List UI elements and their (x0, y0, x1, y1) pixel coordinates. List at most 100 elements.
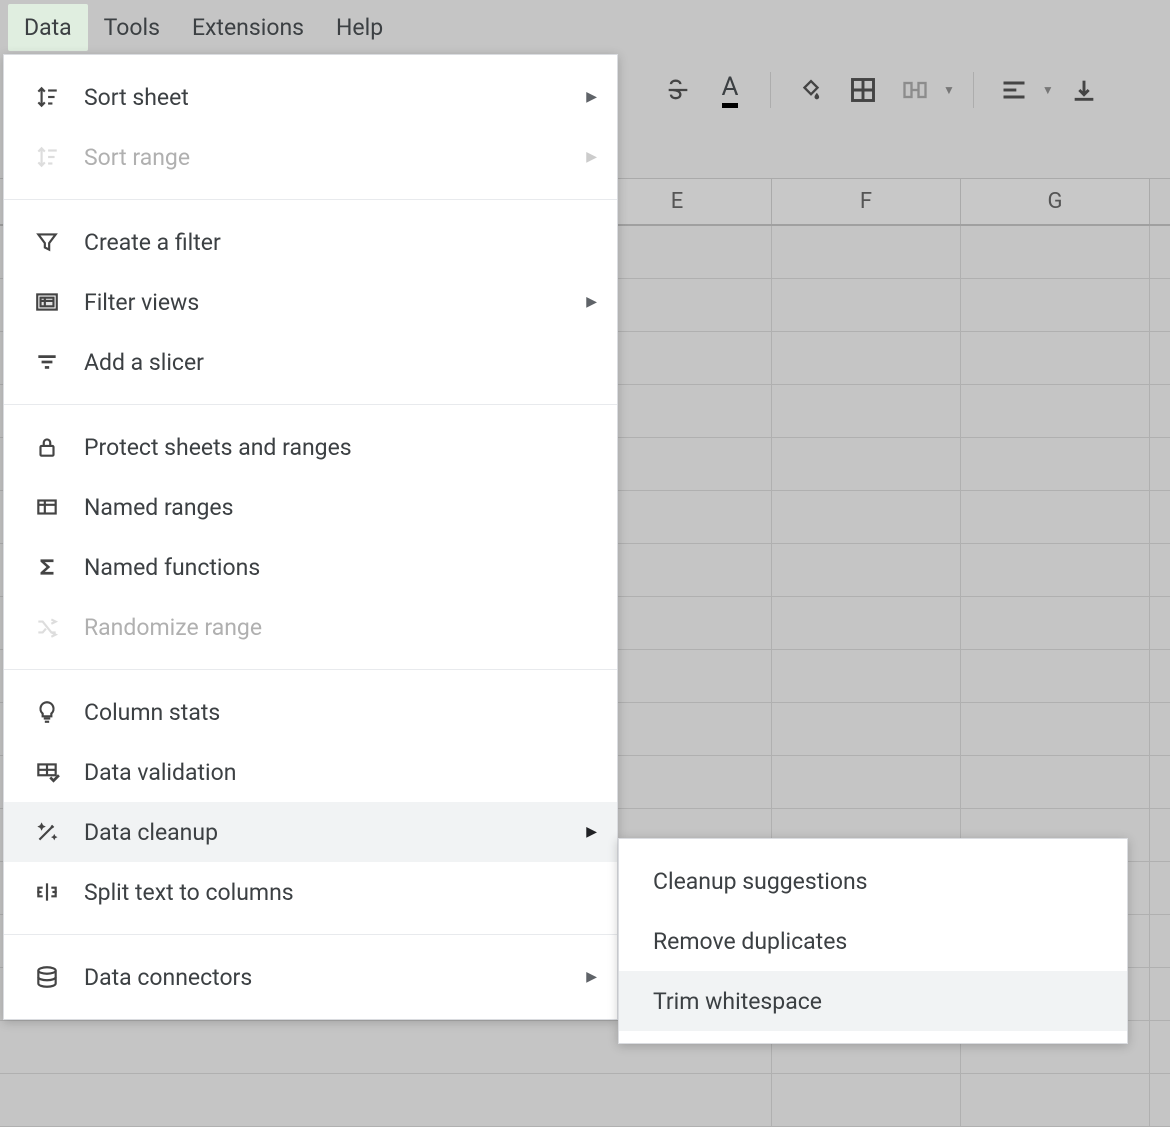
cell[interactable] (961, 1074, 1150, 1126)
menubar: Data Tools Extensions Help (0, 0, 1170, 54)
cell[interactable] (961, 332, 1150, 384)
menu-label: Add a slicer (84, 349, 597, 376)
cell[interactable] (961, 544, 1150, 596)
menu-item-create-filter[interactable]: Create a filter (4, 212, 617, 272)
cell[interactable] (961, 756, 1150, 808)
cell[interactable] (961, 597, 1150, 649)
cell[interactable] (961, 385, 1150, 437)
menu-label: Remove duplicates (653, 928, 1107, 955)
shuffle-icon (32, 612, 62, 642)
cell[interactable] (772, 385, 961, 437)
menu-item-sort-range: Sort range ▶ (4, 127, 617, 187)
submenu-item-cleanup-suggestions[interactable]: Cleanup suggestions (619, 851, 1127, 911)
menu-label: Cleanup suggestions (653, 868, 1107, 895)
cell[interactable] (772, 703, 961, 755)
menu-separator (4, 934, 617, 935)
menu-item-protect-sheets[interactable]: Protect sheets and ranges (4, 417, 617, 477)
menu-label: Randomize range (84, 614, 597, 641)
menu-item-column-stats[interactable]: Column stats (4, 682, 617, 742)
menu-item-add-slicer[interactable]: Add a slicer (4, 332, 617, 392)
sigma-icon (32, 552, 62, 582)
cell[interactable] (772, 597, 961, 649)
submenu-arrow-icon: ▶ (586, 969, 597, 985)
menu-label: Data connectors (84, 964, 564, 991)
cell[interactable] (961, 703, 1150, 755)
magic-wand-icon (32, 817, 62, 847)
menu-label: Protect sheets and ranges (84, 434, 597, 461)
data-validation-icon (32, 757, 62, 787)
fill-color-icon[interactable] (789, 70, 833, 110)
menu-item-data-validation[interactable]: Data validation (4, 742, 617, 802)
menu-separator (4, 669, 617, 670)
cell[interactable] (961, 226, 1150, 278)
menu-item-split-text[interactable]: Split text to columns (4, 862, 617, 922)
menubar-item-help[interactable]: Help (320, 4, 399, 51)
menu-label: Data cleanup (84, 819, 564, 846)
submenu-arrow-icon: ▶ (586, 294, 597, 310)
data-menu-dropdown: Sort sheet ▶ Sort range ▶ Create a filte… (3, 54, 618, 1020)
cell[interactable] (583, 1074, 772, 1126)
borders-icon[interactable] (841, 70, 885, 110)
sort-range-icon (32, 142, 62, 172)
menu-item-data-cleanup[interactable]: Data cleanup ▶ (4, 802, 617, 862)
menu-separator (4, 404, 617, 405)
database-icon (32, 962, 62, 992)
cell[interactable] (961, 438, 1150, 490)
merge-cells-icon[interactable] (893, 70, 937, 110)
cell[interactable] (772, 756, 961, 808)
menu-separator (4, 199, 617, 200)
column-header[interactable]: F (772, 179, 961, 224)
menu-label: Data validation (84, 759, 597, 786)
lock-icon (32, 432, 62, 462)
cell[interactable] (772, 438, 961, 490)
vertical-align-icon[interactable] (1062, 70, 1106, 110)
menu-label: Split text to columns (84, 879, 597, 906)
menu-item-sort-sheet[interactable]: Sort sheet ▶ (4, 67, 617, 127)
submenu-arrow-icon: ▶ (586, 824, 597, 840)
filter-icon (32, 227, 62, 257)
slicer-icon (32, 347, 62, 377)
cell[interactable] (772, 332, 961, 384)
menu-label: Named functions (84, 554, 597, 581)
menu-label: Sort sheet (84, 84, 564, 111)
submenu-arrow-icon: ▶ (586, 89, 597, 105)
menu-item-randomize-range: Randomize range (4, 597, 617, 657)
submenu-item-trim-whitespace[interactable]: Trim whitespace (619, 971, 1127, 1031)
menu-label: Column stats (84, 699, 597, 726)
cell[interactable] (772, 1074, 961, 1126)
strikethrough-icon[interactable] (656, 70, 700, 110)
cell[interactable] (772, 226, 961, 278)
submenu-item-remove-duplicates[interactable]: Remove duplicates (619, 911, 1127, 971)
cell[interactable] (961, 650, 1150, 702)
menu-item-data-connectors[interactable]: Data connectors ▶ (4, 947, 617, 1007)
named-ranges-icon (32, 492, 62, 522)
lightbulb-icon (32, 697, 62, 727)
cell[interactable] (772, 650, 961, 702)
menu-label: Named ranges (84, 494, 597, 521)
split-icon (32, 877, 62, 907)
data-cleanup-submenu: Cleanup suggestions Remove duplicates Tr… (618, 838, 1128, 1044)
cell[interactable] (961, 491, 1150, 543)
menu-item-filter-views[interactable]: Filter views ▶ (4, 272, 617, 332)
filter-views-icon (32, 287, 62, 317)
merge-dropdown-caret[interactable]: ▼ (943, 83, 955, 97)
cell[interactable] (772, 279, 961, 331)
horizontal-align-icon[interactable] (992, 70, 1036, 110)
cell[interactable] (772, 491, 961, 543)
cell[interactable] (772, 544, 961, 596)
menu-item-named-ranges[interactable]: Named ranges (4, 477, 617, 537)
column-header[interactable]: G (961, 179, 1150, 224)
menu-item-named-functions[interactable]: Named functions (4, 537, 617, 597)
submenu-arrow-icon: ▶ (586, 149, 597, 165)
menu-label: Filter views (84, 289, 564, 316)
sort-sheet-icon (32, 82, 62, 112)
cell[interactable] (961, 279, 1150, 331)
menu-label: Trim whitespace (653, 988, 1107, 1015)
menubar-item-data[interactable]: Data (8, 4, 88, 51)
menubar-item-extensions[interactable]: Extensions (176, 4, 320, 51)
halign-dropdown-caret[interactable]: ▼ (1042, 83, 1054, 97)
menubar-item-tools[interactable]: Tools (88, 4, 176, 51)
menu-label: Sort range (84, 144, 564, 171)
menu-label: Create a filter (84, 229, 597, 256)
text-color-icon[interactable]: A (708, 70, 752, 110)
